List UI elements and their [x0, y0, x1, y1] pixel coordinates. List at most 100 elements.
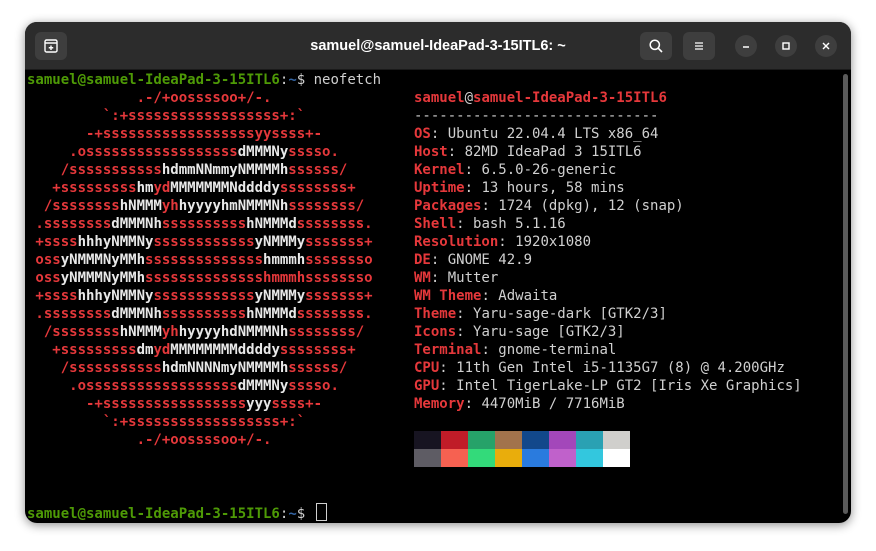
info-row: Icons: Yaru-sage [GTK2/3] — [414, 324, 625, 340]
prompt-path: ~ — [288, 506, 297, 522]
close-button[interactable] — [815, 35, 837, 57]
info-key: Kernel — [414, 162, 465, 178]
ascii-segment: hhhyNMMNy — [77, 234, 154, 250]
maximize-button[interactable] — [775, 35, 797, 57]
ascii-segment: yh — [161, 198, 179, 214]
info-value: Adwaita — [498, 288, 558, 304]
scrollbar[interactable] — [843, 74, 848, 514]
info-key: Uptime — [414, 180, 465, 196]
ascii-segment: yd — [153, 342, 171, 358]
ascii-segment: hNMMMd — [246, 216, 297, 232]
color-swatch — [495, 431, 522, 449]
command-line: samuel@samuel-IdeaPad-3-15ITL6:~$ neofet… — [27, 71, 381, 89]
info-key: OS — [414, 126, 431, 142]
color-swatch — [414, 431, 441, 449]
ascii-segment: MMMMMMMMddddy — [170, 342, 280, 358]
new-tab-icon — [44, 39, 58, 53]
new-tab-button[interactable] — [35, 32, 67, 60]
ascii-logo-line: +sssssssssdmydMMMMMMMMddddyssssssss+ — [27, 341, 355, 359]
hamburger-menu-icon — [695, 42, 703, 50]
color-swatch — [522, 431, 549, 449]
minimize-button[interactable] — [735, 35, 757, 57]
menu-button[interactable] — [683, 32, 715, 60]
info-row: WM Theme: Adwaita — [414, 288, 558, 304]
command-text: neofetch — [313, 72, 382, 88]
info-value: GNOME 42.9 — [447, 252, 533, 268]
info-key: Terminal — [414, 342, 482, 358]
ascii-segment: dm — [136, 342, 154, 358]
ascii-logo-line: /sssssssshNMMMyhhyyyyhmNMMMNhssssssss/ — [27, 197, 364, 215]
prompt-path: ~ — [288, 72, 297, 88]
maximize-icon — [782, 42, 790, 50]
search-button[interactable] — [640, 32, 672, 60]
ascii-segment: hdmmNNmmyNMMMMh — [161, 162, 289, 178]
ascii-segment: yNMMMNyMMh — [60, 270, 146, 286]
info-row: GPU: Intel TigerLake-LP GT2 [Iris Xe Gra… — [414, 378, 802, 394]
ascii-logo-line: ossyNMMMNyMMhsssssssssssssshmmmhssssssso — [27, 251, 372, 269]
ascii-segment: hNMMM — [119, 198, 162, 214]
ascii-segment: ssssssss/ — [288, 324, 365, 340]
ascii-logo-line: /sssssssshNMMMyhhyyyyhdNMMMNhssssssss/ — [27, 323, 364, 341]
prompt-symbol: $ — [296, 72, 306, 88]
ascii-segment: ssssssss. — [296, 306, 373, 322]
terminal-output[interactable]: samuel@samuel-IdeaPad-3-15ITL6:~$ neofet… — [25, 70, 851, 523]
ascii-logo-line: .ossssssssssssssssssdMMMNysssso. — [27, 377, 339, 395]
info-row: Resolution: 1920x1080 — [414, 234, 592, 250]
ascii-logo-line: .-/+oossssoo+/-. — [27, 431, 272, 449]
ascii-segment: +ssss — [27, 288, 78, 304]
ascii-logo-line: .ssssssssdMMMNhsssssssssshNMMMdssssssss. — [27, 215, 372, 233]
close-icon — [822, 42, 830, 50]
info-separator: ----------------------------- — [414, 108, 659, 124]
info-value: gnome-terminal — [498, 342, 617, 358]
info-key: DE — [414, 252, 431, 268]
color-swatch — [441, 431, 468, 449]
ascii-segment: oss — [27, 252, 61, 268]
ascii-segment: hyyyyhmNMMMNh — [178, 198, 289, 214]
info-key: Theme — [414, 306, 457, 322]
prompt-user-host: samuel@samuel-IdeaPad-3-15ITL6 — [27, 72, 280, 88]
ascii-segment: yyy — [246, 396, 272, 412]
ascii-logo-line: /ssssssssssshdmmNNmmyNMMMMhssssss/ — [27, 161, 348, 179]
ascii-segment: -+ssssssssssssssssssyyssss+- — [27, 126, 323, 142]
ascii-segment: yd — [153, 180, 171, 196]
title-bar[interactable]: samuel@samuel-IdeaPad-3-15ITL6: ~ — [25, 22, 851, 70]
info-value: 11th Gen Intel i5-1135G7 (8) @ 4.200GHz — [456, 360, 785, 376]
ascii-segment: sssssss+ — [305, 288, 373, 304]
ascii-segment: /sssssssssss — [27, 162, 162, 178]
ascii-segment: .-/+oossssoo+/-. — [27, 90, 272, 106]
info-row: CPU: 11th Gen Intel i5-1135G7 (8) @ 4.20… — [414, 360, 785, 376]
ascii-segment: .-/+oossssoo+/-. — [27, 432, 272, 448]
ascii-logo-line: .ssssssssdMMMNhsssssssssshNMMMdssssssss. — [27, 305, 373, 323]
ascii-segment: .ssssssss — [27, 216, 112, 232]
prompt-symbol: $ — [296, 506, 306, 522]
ascii-segment: sssssss+ — [305, 234, 373, 250]
info-row: Uptime: 13 hours, 58 mins — [414, 180, 625, 196]
info-key: WM Theme — [414, 288, 482, 304]
info-row: WM: Mutter — [414, 270, 499, 286]
ascii-segment: ssssssss+ — [279, 180, 356, 196]
info-value: Ubuntu 22.04.4 LTS x86_64 — [447, 126, 659, 142]
ascii-segment: ssssss/ — [288, 162, 348, 178]
active-prompt-line[interactable]: samuel@samuel-IdeaPad-3-15ITL6:~$ — [27, 503, 327, 522]
ascii-segment: ssssssssss — [161, 216, 247, 232]
info-row: Shell: bash 5.1.16 — [414, 216, 566, 232]
ascii-logo-line: -+ssssssssssssssssssyyssss+- — [27, 125, 322, 143]
ascii-segment: dMMMNy — [237, 378, 289, 394]
ascii-segment: ssssssssssss — [153, 288, 255, 304]
ascii-logo-line: +sssshhhyNMMNyssssssssssssyNMMMysssssss+ — [27, 233, 373, 251]
ascii-segment: /ssssssss — [27, 324, 120, 340]
ascii-segment: hNMMMd — [246, 306, 297, 322]
info-value: 82MD IdeaPad 3 15ITL6 — [464, 144, 642, 160]
window-title: samuel@samuel-IdeaPad-3-15ITL6: ~ — [310, 37, 566, 54]
info-row: DE: GNOME 42.9 — [414, 252, 533, 268]
ascii-segment: oss — [27, 270, 61, 286]
ascii-segment: +sssssssss — [27, 180, 137, 196]
ascii-segment: sssssssssssssshmmmhssssssso — [145, 270, 373, 286]
info-key: Memory — [414, 396, 465, 412]
color-swatch — [468, 449, 495, 467]
color-swatch — [576, 431, 603, 449]
ascii-segment: `:+ssssssssssssssssss+:` — [27, 108, 306, 124]
color-swatch — [603, 431, 630, 449]
info-key: Packages — [414, 198, 482, 214]
search-icon — [649, 39, 663, 53]
